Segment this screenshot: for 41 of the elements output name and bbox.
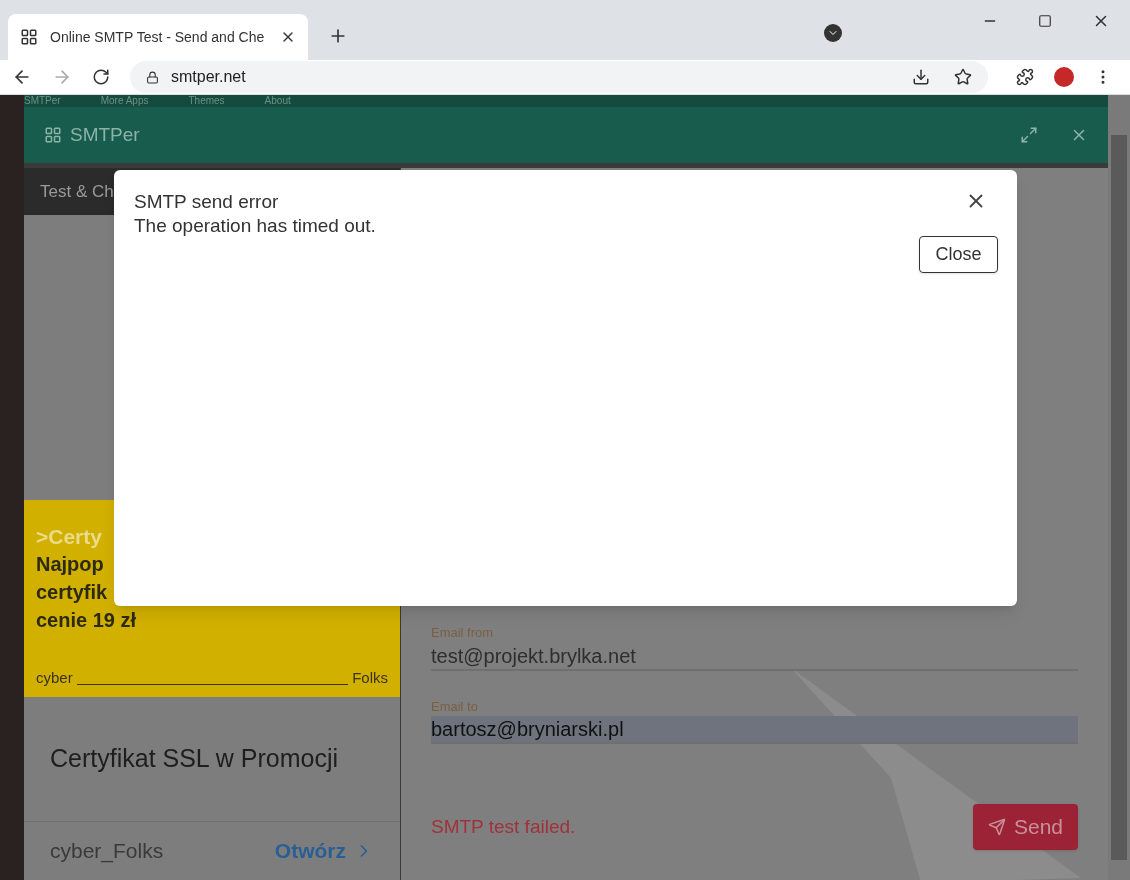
- ad-text: >Certy: [36, 524, 103, 550]
- address-bar[interactable]: smtper.net: [130, 61, 988, 93]
- sidebar-tab[interactable]: Test & Ch: [40, 178, 114, 205]
- nav-link[interactable]: More Apps: [100, 96, 149, 106]
- browser-tab[interactable]: Online SMTP Test - Send and Che: [8, 14, 308, 60]
- nav-link[interactable]: Themes: [188, 96, 225, 106]
- lock-icon: [146, 70, 159, 84]
- dialog-title: SMTP send error: [134, 190, 280, 214]
- profile-avatar[interactable]: [1054, 67, 1074, 87]
- extensions-icon[interactable]: [1016, 68, 1034, 86]
- grid-icon: [44, 126, 62, 144]
- send-button[interactable]: Send: [973, 804, 1078, 850]
- grid-icon: [20, 28, 38, 46]
- brand-text: Folks: [352, 667, 388, 688]
- expand-icon[interactable]: [1020, 126, 1038, 144]
- dialog-message: The operation has timed out.: [134, 214, 376, 238]
- url-text: smtper.net: [171, 67, 246, 87]
- nav-link[interactable]: About: [264, 96, 291, 106]
- ad-title: Certyfikat SSL w Promocji: [50, 743, 339, 775]
- send-icon: [987, 818, 1006, 836]
- close-button[interactable]: Close: [919, 236, 998, 273]
- status-message: SMTP test failed.: [431, 814, 576, 839]
- ad-text: certyfik: [36, 580, 109, 605]
- tab-search-icon[interactable]: [824, 24, 842, 42]
- brand-text: cyber: [36, 667, 73, 688]
- advertiser-name: cyber_Folks: [50, 838, 164, 865]
- ad-text: cenie 19 zł: [36, 608, 138, 633]
- field-label: Email from: [431, 624, 495, 642]
- input-field[interactable]: bartosz@bryniarski.pl: [431, 716, 1078, 744]
- nav-link[interactable]: SMTPer: [24, 96, 61, 106]
- field-label: Email to: [431, 697, 479, 716]
- install-icon[interactable]: [912, 68, 930, 86]
- field-value: test@projekt.brylka.net: [431, 643, 636, 669]
- ad-text: Najpop: [36, 552, 105, 577]
- input-field[interactable]: test@projekt.brylka.net: [431, 642, 1078, 671]
- maximize-icon[interactable]: [1038, 14, 1052, 28]
- reload-icon[interactable]: [92, 68, 110, 86]
- field-value: bartosz@bryniarski.pl: [431, 717, 624, 742]
- tab-title: Online SMTP Test - Send and Che: [50, 27, 265, 47]
- star-icon[interactable]: [954, 68, 972, 86]
- app-title: SMTPer: [70, 122, 140, 147]
